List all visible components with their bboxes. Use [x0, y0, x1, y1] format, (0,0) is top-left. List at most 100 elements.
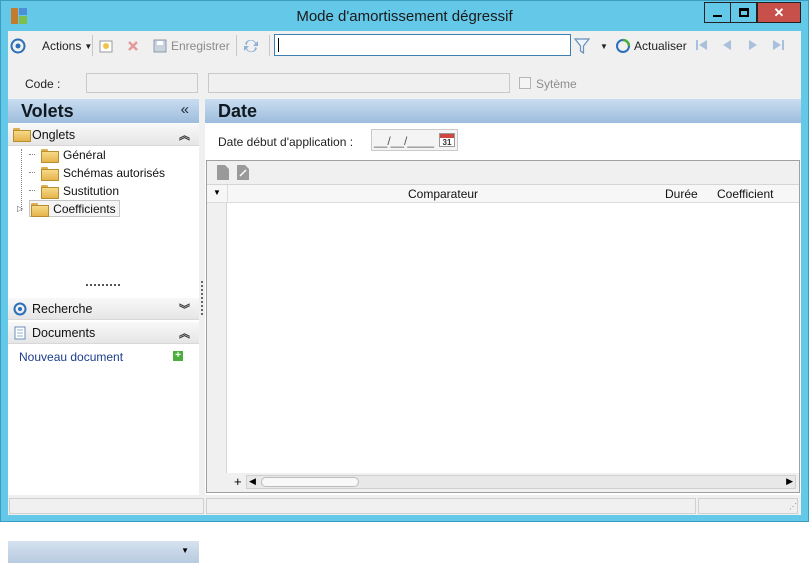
- side-panel-footer[interactable]: ▼: [8, 541, 199, 563]
- minimize-icon: [713, 14, 722, 17]
- tabs-section-header[interactable]: Onglets ︽: [8, 124, 199, 146]
- tree-item-label: Sustitution: [63, 183, 120, 198]
- collapse-panel-icon[interactable]: «: [181, 101, 189, 118]
- toolbar-separator: [92, 35, 93, 56]
- toolbar-separator: [236, 35, 237, 56]
- status-cell: [9, 498, 204, 514]
- tree-item-general[interactable]: Général: [29, 146, 106, 163]
- record-header: Code : Sytème: [8, 60, 801, 98]
- system-checkbox[interactable]: [519, 77, 531, 89]
- tree-item-coefficients[interactable]: ▷ Coefficients: [17, 200, 120, 217]
- tree-item-label: Général: [63, 147, 106, 162]
- column-header-coefficient[interactable]: Coefficient: [717, 187, 773, 201]
- edit-row-icon[interactable]: [237, 165, 249, 180]
- folder-icon: [41, 184, 59, 199]
- first-record-icon[interactable]: [694, 37, 710, 53]
- tree-item-label: Schémas autorisés: [63, 165, 166, 180]
- side-panel: Volets « Onglets ︽ Général Schémas autor…: [8, 99, 199, 563]
- main-panel-header: Date: [205, 99, 801, 123]
- toolbar: Actions ▼ Enregistrer ▼ Actualiser: [8, 31, 801, 60]
- refresh-button[interactable]: Actualiser: [615, 36, 687, 56]
- save-button[interactable]: Enregistrer: [152, 36, 230, 56]
- grid-menu-icon[interactable]: ▼: [213, 188, 221, 197]
- description-field[interactable]: [208, 73, 510, 93]
- start-date-input[interactable]: __/__/____ 31: [371, 129, 458, 151]
- scrollbar-thumb[interactable]: [261, 477, 359, 487]
- tree-item-authorized-schemes[interactable]: Schémas autorisés: [29, 164, 165, 181]
- title-bar[interactable]: Mode d'amortissement dégressif ✕: [1, 1, 808, 31]
- status-bar: ⋰: [8, 496, 801, 515]
- chevron-up-icon: ︽: [179, 328, 190, 340]
- last-record-icon[interactable]: [770, 37, 786, 53]
- new-record-icon: [99, 40, 113, 53]
- calendar-icon[interactable]: 31: [439, 133, 455, 147]
- folder-icon: [41, 148, 59, 163]
- delete-button[interactable]: [125, 36, 141, 56]
- delete-icon: [128, 41, 138, 51]
- new-record-button[interactable]: [98, 36, 114, 56]
- resize-grip[interactable]: [86, 284, 120, 286]
- search-section-header[interactable]: Recherche ︾: [8, 298, 199, 320]
- actions-label: Actions: [42, 39, 82, 53]
- next-record-icon[interactable]: [745, 37, 761, 53]
- filter-button[interactable]: [573, 36, 591, 56]
- toolbar-separator: [269, 35, 270, 56]
- expand-arrow-icon: ▷: [17, 204, 24, 213]
- maximize-button[interactable]: [730, 2, 757, 23]
- refresh-icon: [616, 38, 631, 53]
- actions-menu-button[interactable]: Actions ▼: [10, 36, 92, 56]
- add-row-icon[interactable]: +: [234, 474, 242, 489]
- tabs-section-label: Onglets: [32, 128, 76, 142]
- scroll-right-icon[interactable]: ▶: [786, 476, 793, 487]
- text-caret: [278, 38, 279, 52]
- code-label: Code :: [25, 77, 61, 91]
- column-header-duration[interactable]: Durée: [665, 187, 698, 201]
- status-cell: [698, 498, 798, 514]
- document-icon: [14, 326, 26, 340]
- search-input[interactable]: [274, 34, 571, 56]
- header-divider: [227, 185, 228, 203]
- grid-toolbar: [207, 161, 799, 185]
- side-panel-header: Volets «: [8, 99, 199, 123]
- save-icon: [153, 39, 167, 53]
- row-selector-column: [207, 203, 227, 473]
- documents-section-label: Documents: [32, 326, 96, 340]
- horizontal-scrollbar[interactable]: ◀ ▶: [246, 475, 796, 489]
- side-panel-title: Volets: [21, 101, 74, 121]
- resize-grip-icon[interactable]: ⋰: [789, 502, 797, 511]
- grid-footer: + ◀ ▶: [207, 473, 799, 492]
- new-document-link[interactable]: Nouveau document: [19, 350, 123, 364]
- system-label: Sytème: [536, 77, 577, 91]
- close-icon: ✕: [773, 4, 785, 20]
- documents-section-header[interactable]: Documents ︽: [8, 322, 199, 344]
- main-panel: Date Date début d'application : __/__/__…: [205, 99, 801, 495]
- scroll-left-icon[interactable]: ◀: [249, 476, 256, 487]
- previous-record-icon[interactable]: [719, 37, 735, 53]
- client-area: Actions ▼ Enregistrer ▼ Actualiser Code …: [8, 31, 801, 563]
- close-button[interactable]: ✕: [757, 2, 801, 23]
- minimize-button[interactable]: [704, 2, 731, 23]
- chevron-up-icon: ︽: [179, 130, 190, 142]
- tree-item-substitution[interactable]: Sustitution: [29, 182, 119, 199]
- start-date-label: Date début d'application :: [218, 135, 354, 149]
- open-folder-icon: [31, 202, 50, 217]
- column-header-comparator[interactable]: Comparateur: [408, 187, 478, 201]
- filter-icon: [573, 38, 591, 55]
- coefficients-grid: ▼ Comparateur Durée Coefficient + ◀ ▶: [206, 160, 800, 493]
- target-icon: [13, 302, 27, 316]
- code-field[interactable]: [86, 73, 198, 93]
- folder-icon: [41, 166, 59, 181]
- search-section-label: Recherche: [32, 302, 93, 316]
- dropdown-arrow-icon: ▼: [600, 41, 608, 51]
- filter-dropdown-button[interactable]: ▼: [600, 36, 608, 56]
- start-date-value: __/__/____: [374, 134, 435, 148]
- status-cell: [206, 498, 696, 514]
- chevron-down-icon: ︾: [179, 304, 190, 316]
- sync-icon: [244, 39, 258, 53]
- dropdown-arrow-icon: ▼: [181, 546, 189, 555]
- sync-button[interactable]: [242, 36, 260, 56]
- add-document-icon[interactable]: +: [173, 351, 183, 361]
- window-title: Mode d'amortissement dégressif: [296, 8, 513, 25]
- new-row-icon[interactable]: [217, 165, 229, 180]
- target-icon: [10, 38, 26, 54]
